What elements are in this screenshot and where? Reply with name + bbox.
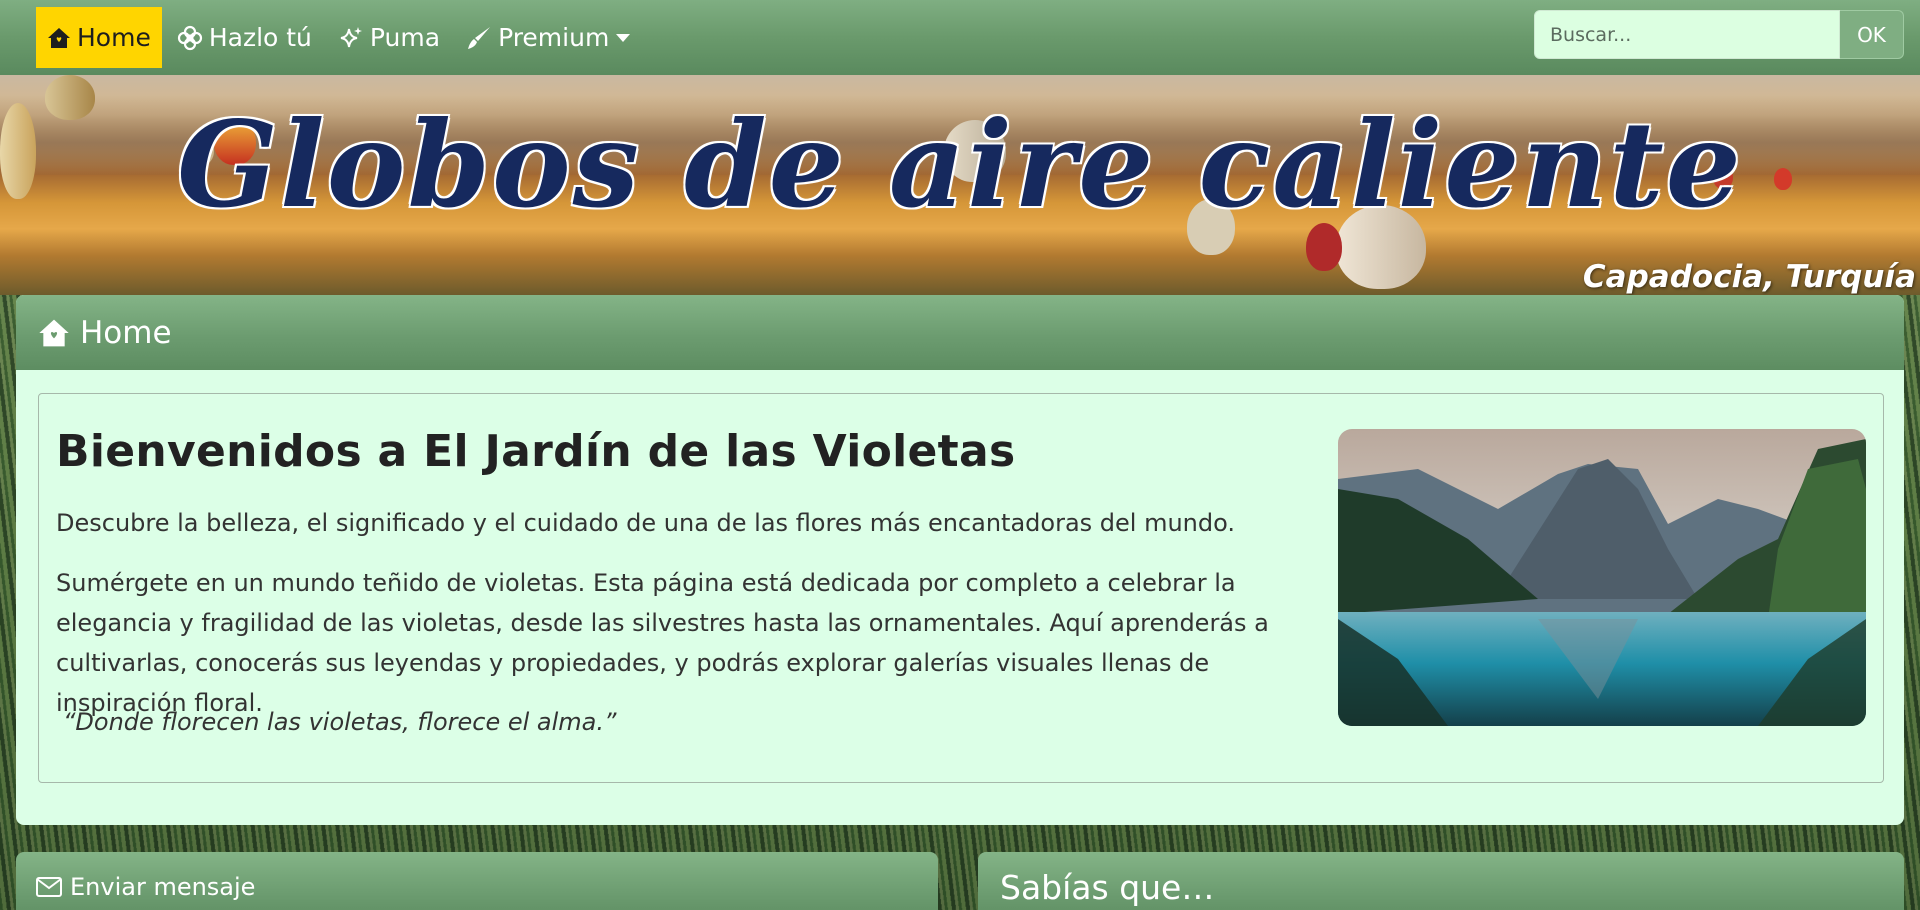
home-card: Home Bienvenidos a El Jardín de las Viol…: [16, 295, 1904, 825]
search-form: OK: [1534, 10, 1904, 59]
quote-text: “Donde florecen las violetas, florece el…: [63, 708, 617, 736]
lake-mountain-photo: [1338, 429, 1866, 726]
hero-banner: Globos de aire caliente Capadocia, Turqu…: [0, 75, 1920, 295]
intro-text: Descubre la belleza, el significado y el…: [56, 509, 1235, 537]
nav-item-label: Hazlo tú: [208, 23, 312, 52]
home-card-title: Home: [80, 314, 172, 351]
house-icon: [38, 317, 70, 349]
welcome-panel: Bienvenidos a El Jardín de las Violetas …: [38, 393, 1884, 783]
brush-icon: [466, 25, 492, 51]
search-submit-button[interactable]: OK: [1840, 10, 1904, 59]
sparkles-icon: [338, 25, 364, 51]
did-you-know-card: Sabías que…: [978, 852, 1904, 910]
send-message-card: Enviar mensaje: [16, 852, 938, 910]
house-icon: [47, 26, 71, 50]
nav-item-label: Premium: [498, 23, 610, 52]
home-card-header: Home: [16, 295, 1904, 370]
banner-title: Globos de aire caliente: [177, 95, 1743, 234]
nav-item-label: Puma: [369, 23, 441, 52]
top-navbar: Home Hazlo tú Puma Premium OK: [0, 0, 1920, 75]
did-you-know-title: Sabías que…: [1000, 867, 1215, 907]
envelope-icon: [36, 877, 62, 897]
nav-item-label: Home: [77, 23, 151, 52]
banner-subtitle: Capadocia, Turquía: [1582, 259, 1916, 295]
flower-icon: [177, 25, 203, 51]
nav-item-puma[interactable]: Puma: [327, 7, 451, 68]
nav-item-premium[interactable]: Premium: [455, 7, 641, 68]
send-message-title: Enviar mensaje: [70, 873, 256, 901]
body-text: Sumérgete en un mundo teñido de violetas…: [56, 569, 1269, 717]
nav-item-hazlo-tu[interactable]: Hazlo tú: [166, 7, 323, 68]
welcome-title: Bienvenidos a El Jardín de las Violetas: [56, 426, 1016, 477]
search-input[interactable]: [1534, 10, 1840, 59]
caret-down-icon: [616, 33, 631, 42]
nav-item-home[interactable]: Home: [36, 7, 162, 68]
